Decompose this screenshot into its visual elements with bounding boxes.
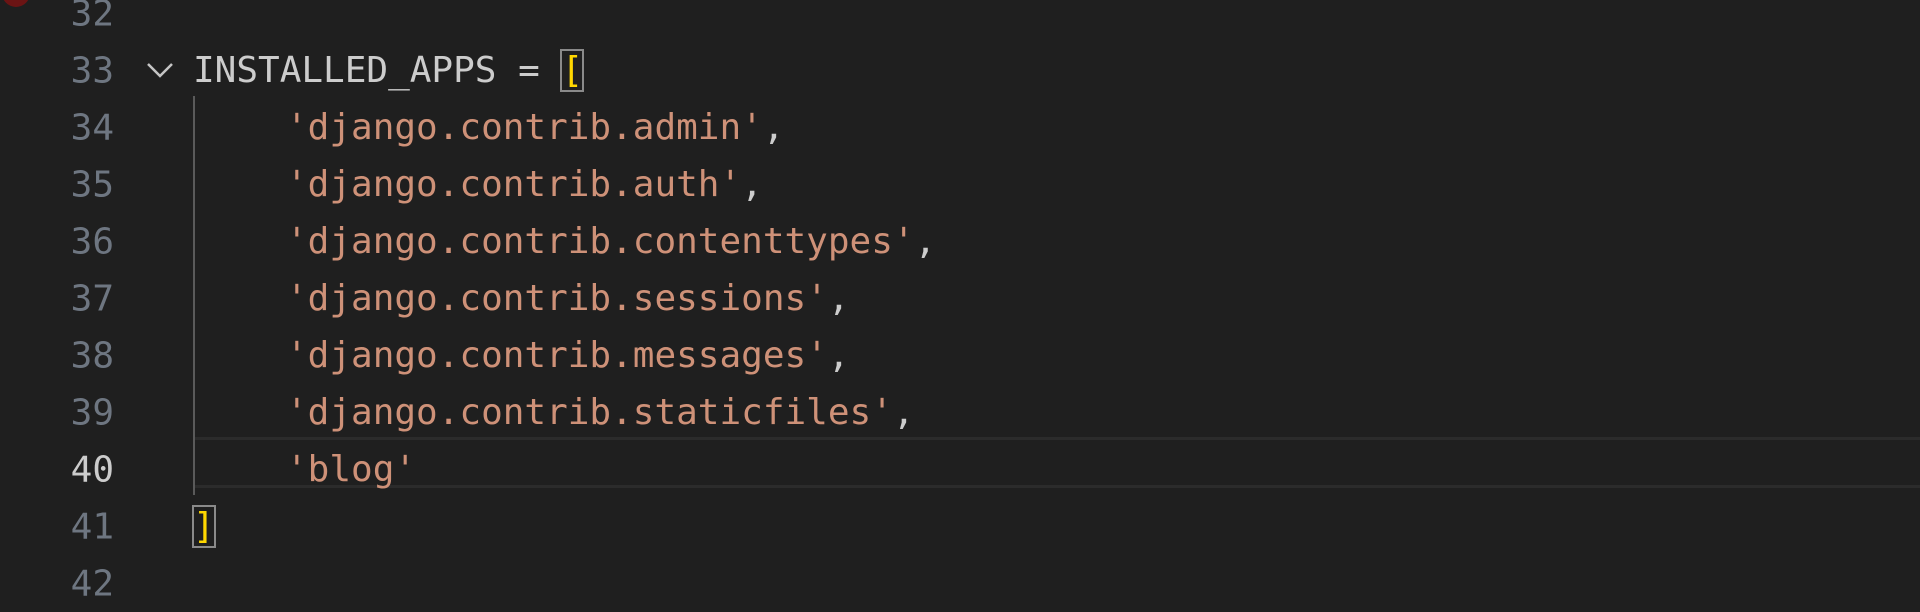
code-text: 'django.contrib.messages', (286, 327, 850, 384)
line-number: 42 (70, 563, 114, 604)
punctuation-token: , (762, 107, 785, 148)
line-number: 37 (70, 278, 114, 319)
code-text: 'django.contrib.auth', (286, 156, 763, 213)
line-number: 41 (70, 506, 114, 547)
line-number: 40 (70, 449, 114, 490)
code-line[interactable]: 40 'blog' (0, 441, 1920, 498)
code-line[interactable]: 33 INSTALLED_APPS = [ (0, 42, 1920, 99)
breakpoint-icon[interactable] (2, 0, 30, 7)
code-line[interactable]: 37 'django.contrib.sessions', (0, 270, 1920, 327)
punctuation-token: = (496, 50, 562, 91)
identifier-token: INSTALLED_APPS (193, 50, 497, 91)
line-number: 34 (70, 107, 114, 148)
code-line[interactable]: 38 'django.contrib.messages', (0, 327, 1920, 384)
string-token: 'django.contrib.auth' (286, 164, 742, 205)
code-line[interactable]: 41] (0, 498, 1920, 555)
string-token: 'django.contrib.contenttypes' (286, 221, 915, 262)
code-text: 'django.contrib.sessions', (286, 270, 850, 327)
chevron-down-icon[interactable] (144, 54, 176, 86)
code-text: 'blog' (286, 441, 416, 498)
code-line[interactable]: 34 'django.contrib.admin', (0, 99, 1920, 156)
line-number: 38 (70, 335, 114, 376)
line-number: 33 (70, 50, 114, 91)
code-text: ] (192, 498, 216, 555)
code-text: INSTALLED_APPS = [ (193, 42, 585, 99)
punctuation-token: , (827, 335, 850, 376)
string-token: 'django.contrib.messages' (286, 335, 828, 376)
string-token: 'blog' (286, 449, 417, 490)
string-token: 'django.contrib.staticfiles' (286, 392, 893, 433)
code-line[interactable]: 36 'django.contrib.contenttypes', (0, 213, 1920, 270)
bracket-token: [ (560, 49, 585, 92)
bracket-token: ] (192, 505, 216, 548)
code-text: 'django.contrib.staticfiles', (286, 384, 915, 441)
line-number: 32 (70, 0, 114, 34)
punctuation-token: , (827, 278, 850, 319)
string-token: 'django.contrib.admin' (286, 107, 763, 148)
code-line[interactable]: 32 (0, 0, 1920, 42)
line-number: 36 (70, 221, 114, 262)
line-number: 35 (70, 164, 114, 205)
code-text: 'django.contrib.admin', (286, 99, 785, 156)
code-line[interactable]: 42 (0, 555, 1920, 612)
code-line[interactable]: 35 'django.contrib.auth', (0, 156, 1920, 213)
punctuation-token: , (914, 221, 937, 262)
punctuation-token: , (741, 164, 763, 205)
string-token: 'django.contrib.sessions' (286, 278, 828, 319)
code-editor[interactable]: 32 33 INSTALLED_APPS = [34'django.contrib.… (0, 0, 1920, 604)
punctuation-token: , (892, 392, 915, 433)
line-number: 39 (70, 392, 114, 433)
code-text: 'django.contrib.contenttypes', (286, 213, 936, 270)
code-line[interactable]: 39 'django.contrib.staticfiles', (0, 384, 1920, 441)
